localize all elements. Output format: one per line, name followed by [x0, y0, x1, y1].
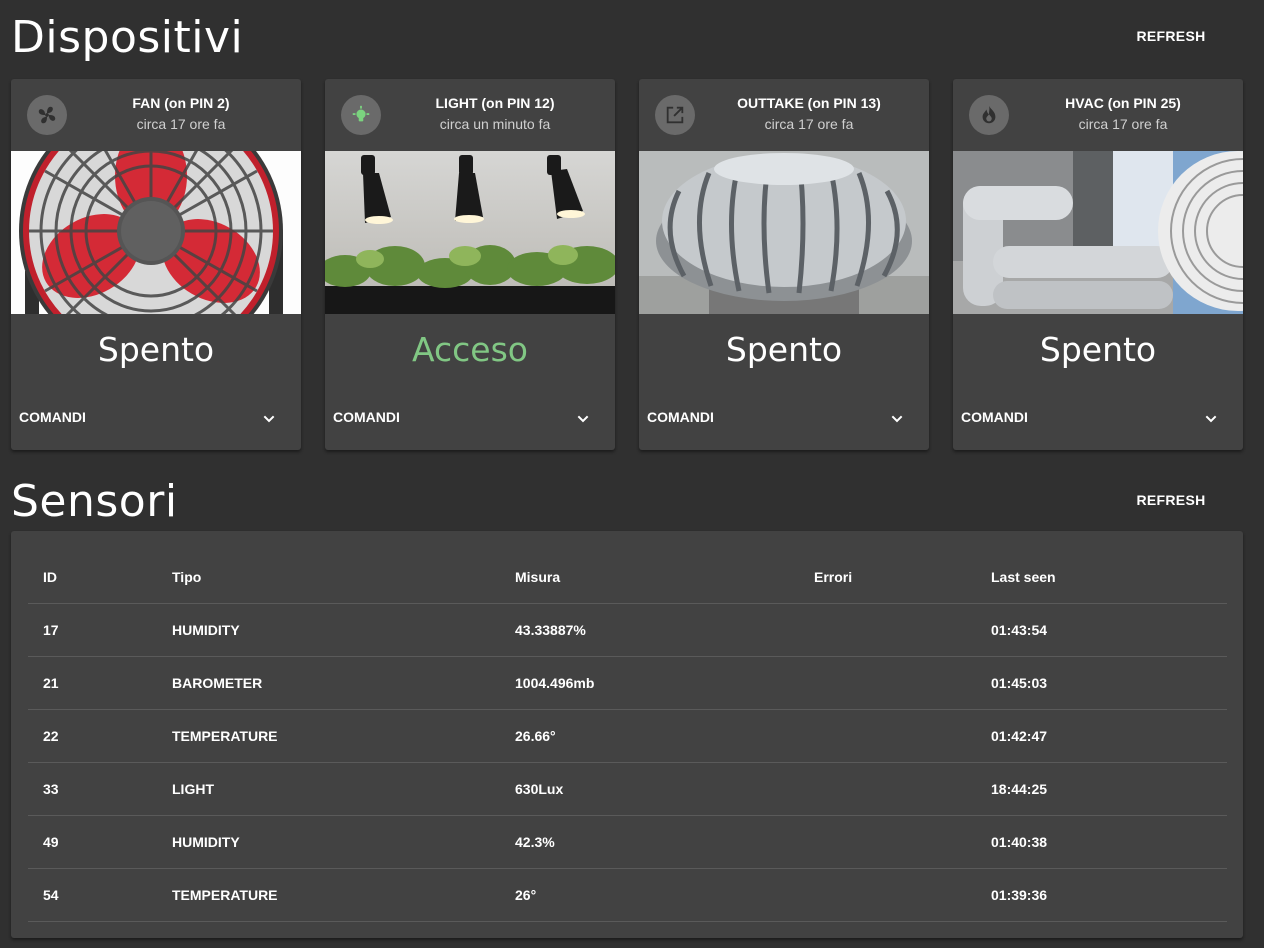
table-row[interactable]: 54 TEMPERATURE 26° 01:39:36	[28, 868, 1227, 922]
cell-last-seen: 18:44:25	[976, 762, 1227, 816]
chevron-down-icon	[1205, 415, 1217, 423]
chevron-down-icon	[577, 415, 589, 423]
cell-id: 21	[28, 656, 157, 710]
fan-icon	[27, 95, 67, 135]
commands-label: COMANDI	[961, 409, 1028, 425]
device-state: Spento	[725, 330, 843, 369]
device-last-update: circa 17 ore fa	[764, 116, 854, 132]
table-row[interactable]: 21 BAROMETER 1004.496mb 01:45:03	[28, 656, 1227, 710]
device-card-fan: FAN (on PIN 2) circa 17 ore fa Spento CO…	[11, 79, 301, 450]
cell-tipo: HUMIDITY	[157, 603, 500, 657]
outtake-image	[639, 151, 929, 314]
cell-last-seen: 01:45:03	[976, 656, 1227, 710]
sensors-table: ID Tipo Misura Errori Last seen 17 HUMID…	[28, 551, 1227, 922]
fan-image	[11, 151, 301, 314]
cell-misura: 26.66°	[500, 709, 799, 763]
column-header-last-seen[interactable]: Last seen	[976, 551, 1227, 604]
cell-errori	[799, 762, 976, 816]
table-row[interactable]: 49 HUMIDITY 42.3% 01:40:38	[28, 815, 1227, 869]
sensors-refresh-button[interactable]: REFRESH	[1126, 483, 1216, 515]
cell-errori	[799, 709, 976, 763]
column-header-tipo[interactable]: Tipo	[157, 551, 500, 604]
cell-errori	[799, 868, 976, 922]
sensors-title: Sensori	[11, 476, 178, 527]
device-state: Spento	[1039, 330, 1157, 369]
column-header-id[interactable]: ID	[28, 551, 157, 604]
devices-refresh-button[interactable]: REFRESH	[1126, 19, 1216, 51]
cell-id: 54	[28, 868, 157, 922]
cell-misura: 42.3%	[500, 815, 799, 869]
cell-id: 49	[28, 815, 157, 869]
table-header-row: ID Tipo Misura Errori Last seen	[28, 551, 1227, 604]
cell-misura: 43.33887%	[500, 603, 799, 657]
table-row[interactable]: 17 HUMIDITY 43.33887% 01:43:54	[28, 603, 1227, 657]
cell-tipo: BAROMETER	[157, 656, 500, 710]
table-row[interactable]: 33 LIGHT 630Lux 18:44:25	[28, 762, 1227, 816]
hvac-image	[953, 151, 1243, 314]
table-row[interactable]: 22 TEMPERATURE 26.66° 01:42:47	[28, 709, 1227, 763]
commands-expander[interactable]: COMANDI	[953, 399, 1243, 439]
devices-title: Dispositivi	[11, 12, 244, 63]
cell-last-seen: 01:40:38	[976, 815, 1227, 869]
device-title: LIGHT (on PIN 12)	[435, 95, 555, 111]
cell-last-seen: 01:39:36	[976, 868, 1227, 922]
chevron-down-icon	[891, 415, 903, 423]
cell-last-seen: 01:43:54	[976, 603, 1227, 657]
cell-id: 22	[28, 709, 157, 763]
cell-id: 17	[28, 603, 157, 657]
light-image	[325, 151, 615, 314]
device-card-outtake: OUTTAKE (on PIN 13) circa 17 ore fa Spen…	[639, 79, 929, 450]
cell-errori	[799, 603, 976, 657]
open-in-new-icon	[655, 95, 695, 135]
commands-label: COMANDI	[19, 409, 86, 425]
lightbulb-icon	[341, 95, 381, 135]
device-title: OUTTAKE (on PIN 13)	[737, 95, 881, 111]
commands-expander[interactable]: COMANDI	[639, 399, 929, 439]
cell-errori	[799, 815, 976, 869]
cell-tipo: HUMIDITY	[157, 815, 500, 869]
device-state: Spento	[97, 330, 215, 369]
device-last-update: circa 17 ore fa	[136, 116, 226, 132]
device-card-hvac: HVAC (on PIN 25) circa 17 ore fa Spento …	[953, 79, 1243, 450]
commands-expander[interactable]: COMANDI	[325, 399, 615, 439]
column-header-errori[interactable]: Errori	[799, 551, 976, 604]
cell-tipo: TEMPERATURE	[157, 868, 500, 922]
commands-label: COMANDI	[333, 409, 400, 425]
sensors-table-card: ID Tipo Misura Errori Last seen 17 HUMID…	[11, 531, 1243, 938]
cell-last-seen: 01:42:47	[976, 709, 1227, 763]
cell-tipo: LIGHT	[157, 762, 500, 816]
device-title: HVAC (on PIN 25)	[1065, 95, 1181, 111]
cell-id: 33	[28, 762, 157, 816]
column-header-misura[interactable]: Misura	[500, 551, 799, 604]
cell-misura: 630Lux	[500, 762, 799, 816]
device-card-light: LIGHT (on PIN 12) circa un minuto fa Acc…	[325, 79, 615, 450]
device-last-update: circa 17 ore fa	[1078, 116, 1168, 132]
cell-misura: 26°	[500, 868, 799, 922]
commands-expander[interactable]: COMANDI	[11, 399, 301, 439]
chevron-down-icon	[263, 415, 275, 423]
device-last-update: circa un minuto fa	[439, 116, 551, 132]
device-state: Acceso	[412, 330, 528, 369]
cell-tipo: TEMPERATURE	[157, 709, 500, 763]
device-title: FAN (on PIN 2)	[132, 95, 230, 111]
fire-icon	[969, 95, 1009, 135]
cell-misura: 1004.496mb	[500, 656, 799, 710]
commands-label: COMANDI	[647, 409, 714, 425]
cell-errori	[799, 656, 976, 710]
